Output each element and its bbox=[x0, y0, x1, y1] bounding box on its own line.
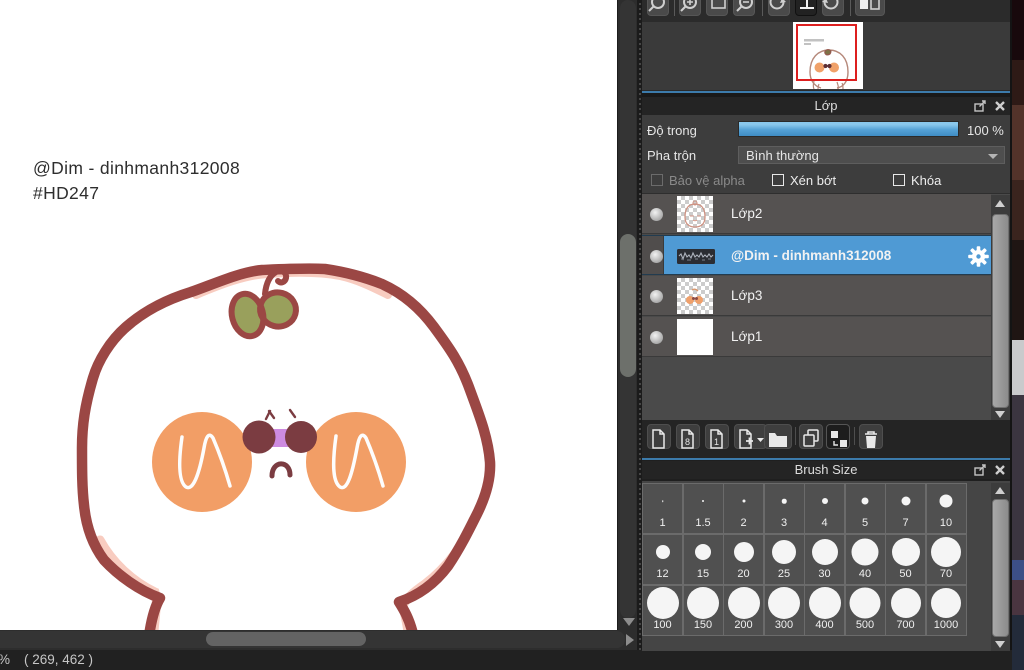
svg-text:8: 8 bbox=[685, 437, 690, 447]
svg-text:1: 1 bbox=[714, 437, 719, 447]
